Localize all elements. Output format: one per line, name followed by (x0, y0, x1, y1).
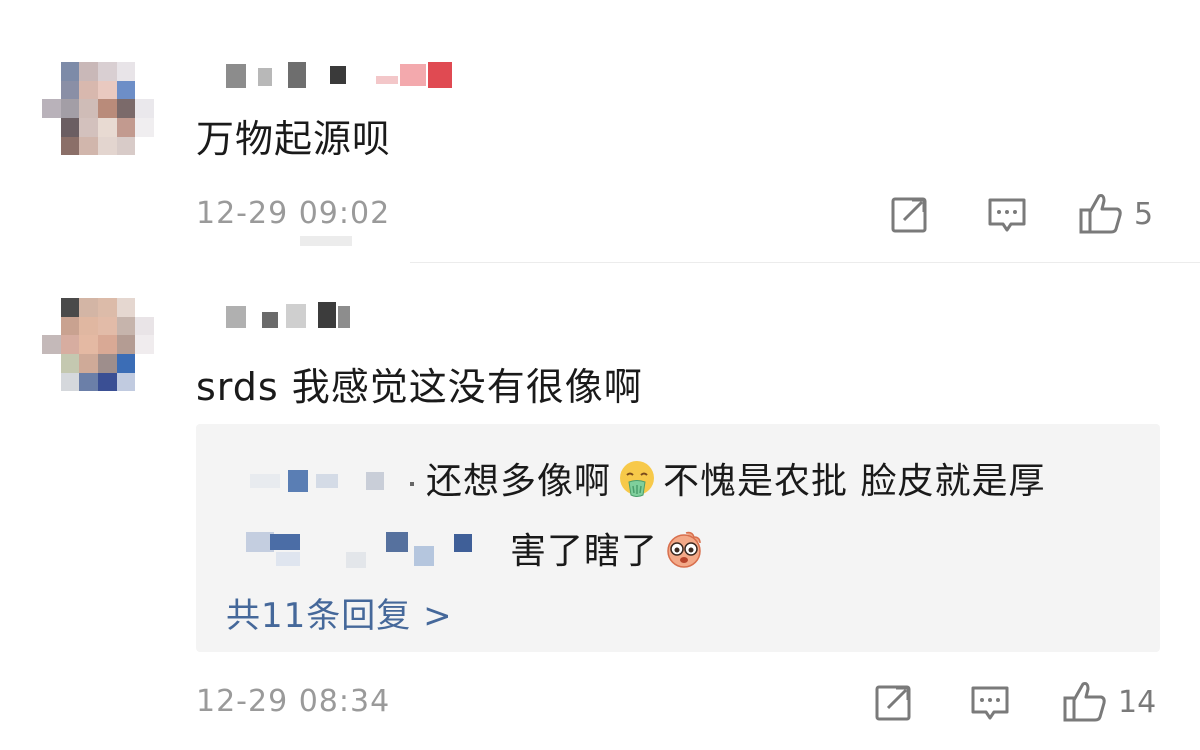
avatar[interactable] (42, 298, 154, 410)
username[interactable] (200, 62, 460, 92)
reply-button[interactable] (970, 684, 1010, 724)
comment-feed: 万物起源呗 12-29 09:02 5 srds 我感觉这没有很像啊 还想多像啊… (0, 0, 1200, 750)
divider (410, 262, 1200, 263)
like-icon (1063, 682, 1106, 722)
comment-text: srds 我感觉这没有很像啊 (196, 365, 643, 409)
forward-button[interactable] (874, 682, 914, 722)
like-icon (1079, 194, 1122, 234)
reply-preview[interactable]: 还想多像啊 不愧是农批 脸皮就是厚 害了瞎了 共11条回复 > (196, 424, 1160, 652)
forward-icon (891, 197, 927, 233)
comment-text: 万物起源呗 (196, 117, 392, 161)
like-button[interactable]: 5 (1078, 192, 1153, 236)
reply-button[interactable] (987, 196, 1027, 236)
view-all-replies-link[interactable]: 共11条回复 > (226, 588, 453, 637)
blur-artifact (300, 236, 352, 246)
timestamp: 12-29 09:02 (196, 196, 391, 231)
reply-username[interactable] (236, 462, 426, 502)
reply-text-after: 不愧是农批 脸皮就是厚 (663, 461, 1046, 502)
reply-line: 还想多像啊 不愧是农批 脸皮就是厚 (426, 452, 1045, 504)
like-count: 5 (1134, 196, 1154, 232)
reply-text: 还想多像啊 (426, 461, 612, 502)
comment-icon (988, 198, 1026, 232)
username[interactable] (200, 302, 360, 332)
comment-icon (971, 686, 1009, 720)
like-button[interactable]: 14 (1062, 680, 1156, 724)
like-count: 14 (1118, 684, 1157, 720)
avatar[interactable] (42, 62, 154, 174)
timestamp: 12-29 08:34 (196, 684, 391, 719)
reply-username[interactable] (236, 528, 516, 568)
forward-button[interactable] (890, 194, 930, 234)
cute-pig-face-icon (667, 531, 701, 568)
forward-icon (875, 685, 911, 721)
reply-text: 害了瞎了 (510, 531, 659, 572)
vomit-face-icon (620, 461, 655, 497)
reply-line: 害了瞎了 (510, 522, 710, 574)
